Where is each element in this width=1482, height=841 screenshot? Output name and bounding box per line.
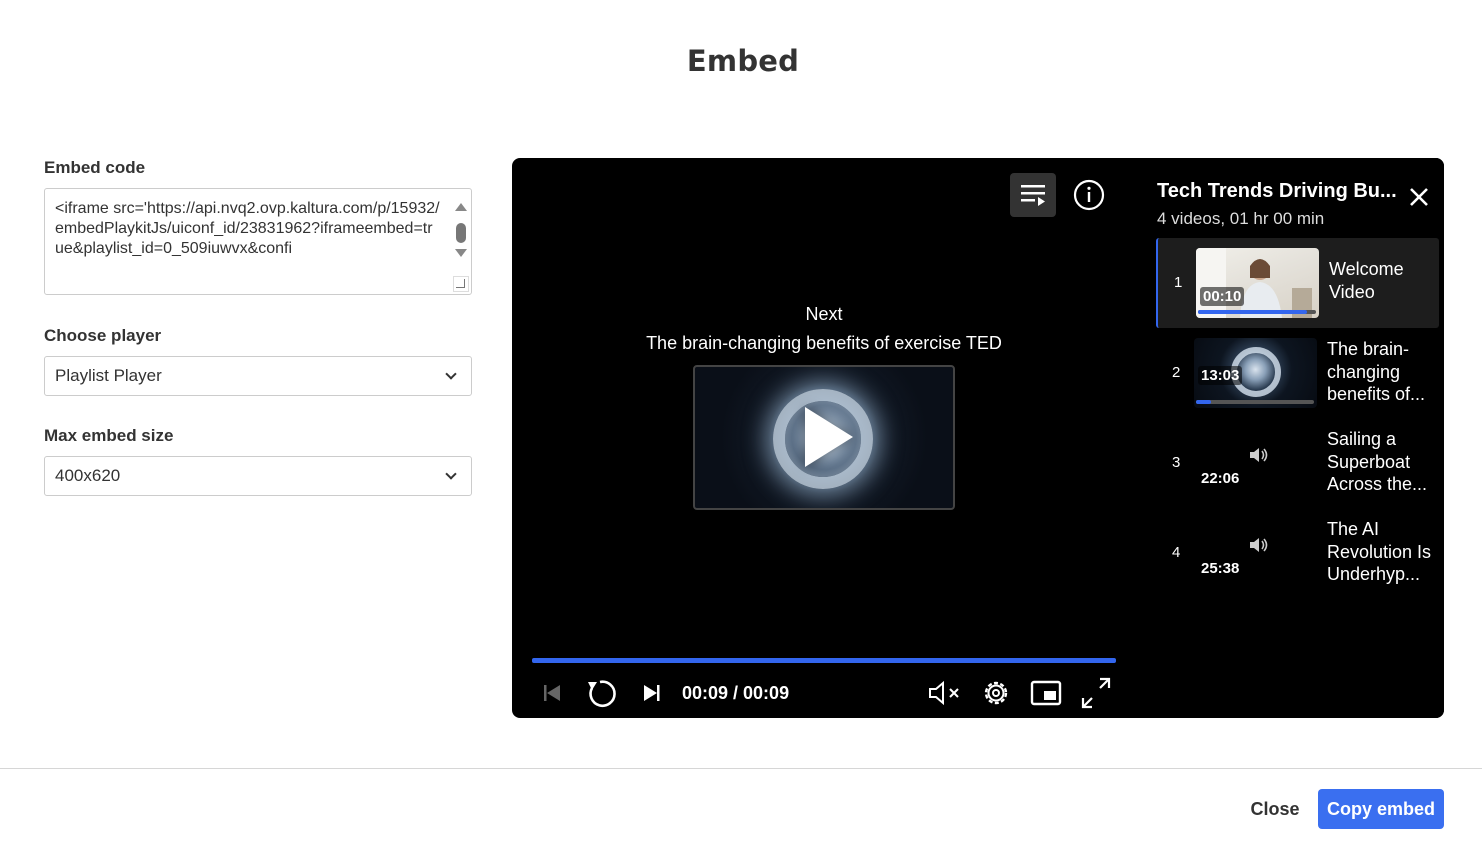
play-icon[interactable]	[805, 407, 853, 467]
speaker-icon	[1248, 446, 1270, 469]
info-icon	[1073, 179, 1105, 211]
item-title: The brain-changing benefits of...	[1327, 339, 1426, 404]
max-embed-size-value: 400x620	[55, 466, 121, 485]
embed-code-textarea[interactable]: <iframe src='https://api.nvq2.ovp.kaltur…	[44, 188, 472, 295]
close-playlist-button[interactable]	[1408, 186, 1430, 208]
embed-code-label: Embed code	[44, 158, 146, 177]
footer-divider	[0, 768, 1482, 769]
item-number: 2	[1172, 364, 1181, 381]
gear-icon	[984, 681, 1008, 705]
next-label: Next	[805, 304, 843, 324]
replay-icon	[588, 680, 616, 708]
resize-handle-icon[interactable]	[453, 276, 469, 292]
scroll-thumb[interactable]	[456, 223, 466, 243]
person-thumbnail-icon	[1196, 248, 1312, 318]
item-number: 3	[1172, 454, 1181, 471]
embed-code-text: <iframe src='https://api.nvq2.ovp.kaltur…	[55, 200, 440, 257]
scroll-up-arrow-icon[interactable]	[455, 203, 467, 211]
item-duration: 22:06	[1201, 470, 1240, 487]
item-number: 1	[1174, 274, 1183, 291]
close-icon	[1410, 188, 1428, 206]
chevron-down-icon	[445, 468, 457, 480]
skip-previous-icon	[544, 685, 560, 701]
previous-button[interactable]	[536, 676, 566, 710]
max-embed-size-label: Max embed size	[44, 426, 174, 445]
copy-embed-button[interactable]: Copy embed	[1318, 789, 1444, 829]
mute-button[interactable]	[926, 676, 964, 710]
item-thumbnail	[1196, 248, 1319, 318]
close-button[interactable]: Close	[1240, 789, 1310, 829]
item-number: 4	[1172, 544, 1181, 561]
playlist-item[interactable]: 2 13:03 The brain-changing benefits of..…	[1156, 328, 1439, 418]
item-progress-bar	[1196, 400, 1314, 404]
next-button[interactable]	[636, 676, 666, 710]
info-button[interactable]	[1066, 173, 1112, 217]
choose-player-value: Playlist Player	[55, 366, 162, 385]
playlist-item[interactable]: 1 00:10 Welcome Video	[1156, 238, 1439, 328]
picture-in-picture-button[interactable]	[1028, 676, 1064, 710]
skip-next-icon	[644, 685, 660, 701]
item-progress-fill	[1196, 400, 1212, 404]
time-display: 00:09 / 00:09	[682, 683, 790, 703]
playlist-icon	[1021, 185, 1045, 206]
item-progress-fill	[1198, 310, 1307, 314]
playlist-item[interactable]: 4 25:38 The AI Revolution Is Underhyp...	[1156, 508, 1439, 598]
item-progress-bar	[1198, 310, 1316, 314]
playlist-toggle-button[interactable]	[1010, 173, 1056, 217]
fullscreen-button[interactable]	[1078, 676, 1114, 710]
playlist-subtitle: 4 videos, 01 hr 00 min	[1157, 209, 1325, 228]
next-video-thumbnail[interactable]	[693, 365, 955, 510]
next-video-title: The brain-changing benefits of exercise …	[646, 333, 1002, 353]
scroll-down-arrow-icon[interactable]	[455, 249, 467, 257]
picture-in-picture-icon	[1030, 680, 1062, 706]
item-title: The AI Revolution Is Underhyp...	[1327, 519, 1432, 584]
embed-code-scrollbar[interactable]	[454, 201, 468, 263]
fullscreen-icon	[1081, 677, 1111, 709]
playlist-item[interactable]: 3 22:06 Sailing a Superboat Across the..…	[1156, 418, 1439, 508]
item-duration: 25:38	[1201, 560, 1240, 577]
dialog-title: Embed	[686, 44, 800, 78]
playlist-panel: Tech Trends Driving Bu... 4 videos, 01 h…	[1144, 158, 1444, 718]
settings-button[interactable]	[978, 676, 1014, 710]
embed-form: Embed code <iframe src='https://api.nvq2…	[44, 158, 472, 496]
item-title: Welcome Video	[1329, 259, 1404, 302]
choose-player-select[interactable]: Playlist Player	[44, 356, 472, 396]
chevron-down-icon	[445, 368, 457, 380]
muted-speaker-icon	[929, 680, 959, 706]
playlist-title: Tech Trends Driving Bu...	[1157, 180, 1397, 202]
item-duration: 00:10	[1200, 287, 1245, 306]
choose-player-label: Choose player	[44, 326, 162, 345]
speaker-icon	[1248, 536, 1270, 559]
max-embed-size-select[interactable]: 400x620	[44, 456, 472, 496]
replay-button[interactable]	[582, 676, 618, 710]
item-duration: 13:03	[1198, 366, 1243, 385]
seek-bar[interactable]	[532, 658, 1116, 663]
item-title: Sailing a Superboat Across the...	[1327, 429, 1428, 494]
video-player[interactable]: Next The brain-changing benefits of exer…	[512, 158, 1444, 718]
